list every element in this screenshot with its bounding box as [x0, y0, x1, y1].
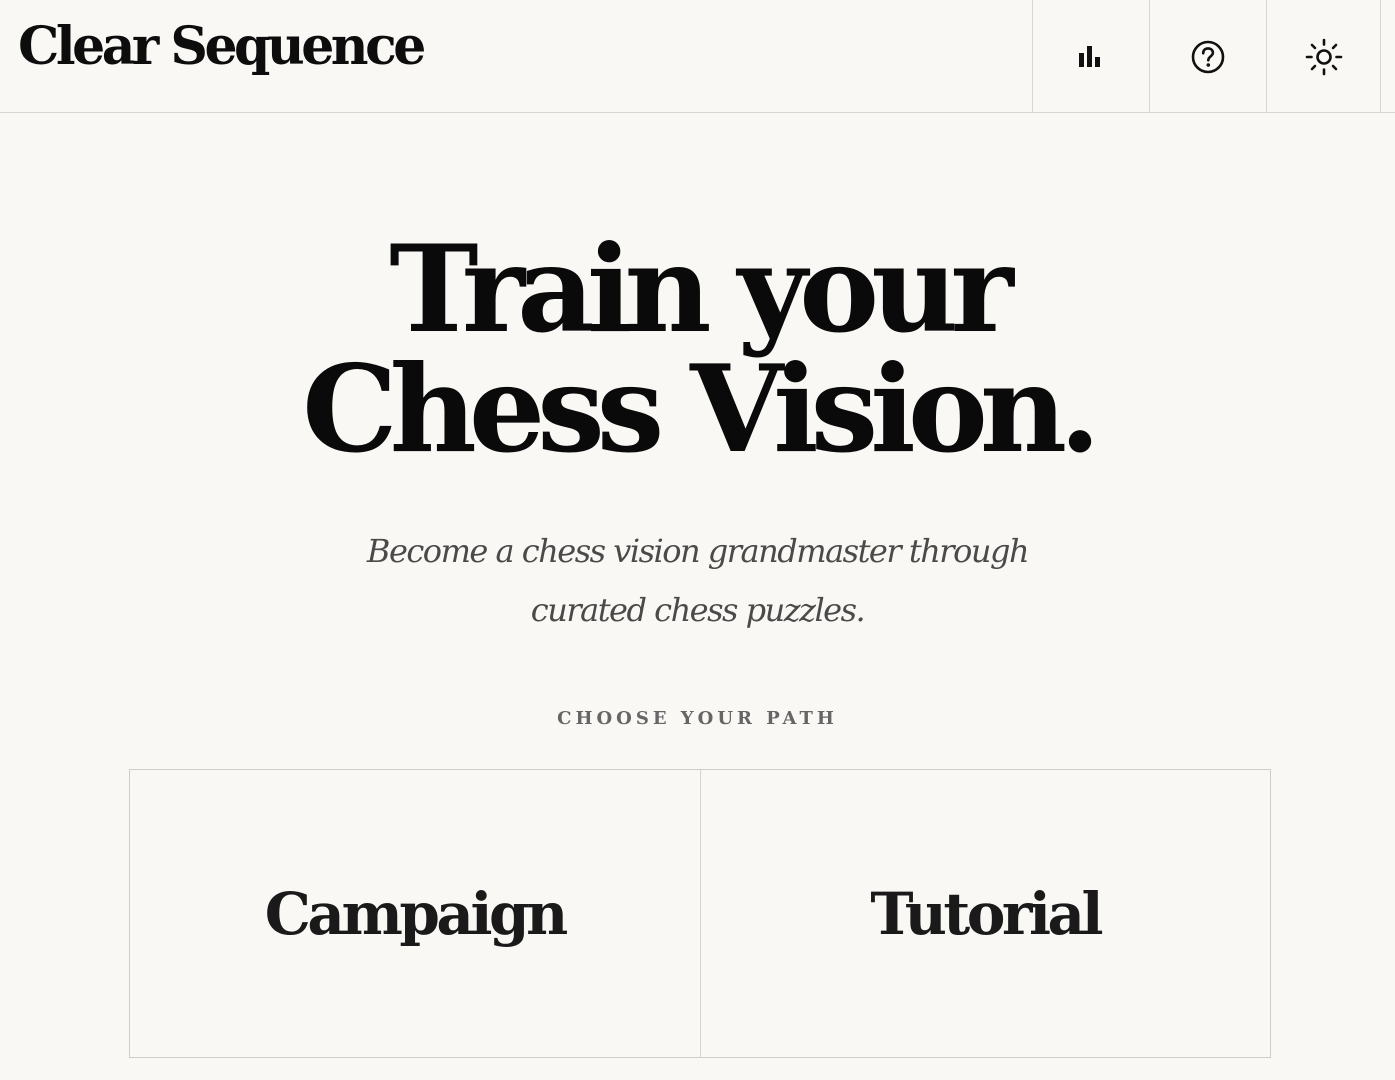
hero-subtitle: Become a chess vision grandmaster throug… [0, 522, 1395, 640]
hero-title: Train your Chess Vision. [0, 230, 1395, 470]
tutorial-card[interactable]: Tutorial [699, 770, 1271, 1057]
stats-button[interactable] [1032, 0, 1149, 113]
header-divider [1380, 0, 1381, 113]
top-header: Clear Sequence [0, 0, 1395, 113]
hero-subtitle-line1: Become a chess vision grandmaster throug… [366, 532, 1030, 570]
hero-subtitle-line2: curated chess puzzles. [530, 591, 866, 629]
sun-icon [1305, 38, 1343, 75]
help-circle-icon [1191, 40, 1225, 73]
campaign-card[interactable]: Campaign [130, 770, 700, 1057]
hero-title-line2: Chess Vision. [302, 339, 1101, 480]
choose-path-label: CHOOSE YOUR PATH [557, 708, 838, 729]
help-button[interactable] [1149, 0, 1266, 113]
hero-title-line1: Train your [389, 219, 1013, 360]
theme-toggle-button[interactable] [1266, 0, 1381, 113]
campaign-label: Campaign [264, 879, 569, 948]
path-options: Campaign Tutorial [129, 769, 1271, 1058]
bar-chart-icon [1079, 45, 1100, 67]
tutorial-label: Tutorial [870, 879, 1103, 948]
app-logo[interactable]: Clear Sequence [18, 12, 426, 82]
